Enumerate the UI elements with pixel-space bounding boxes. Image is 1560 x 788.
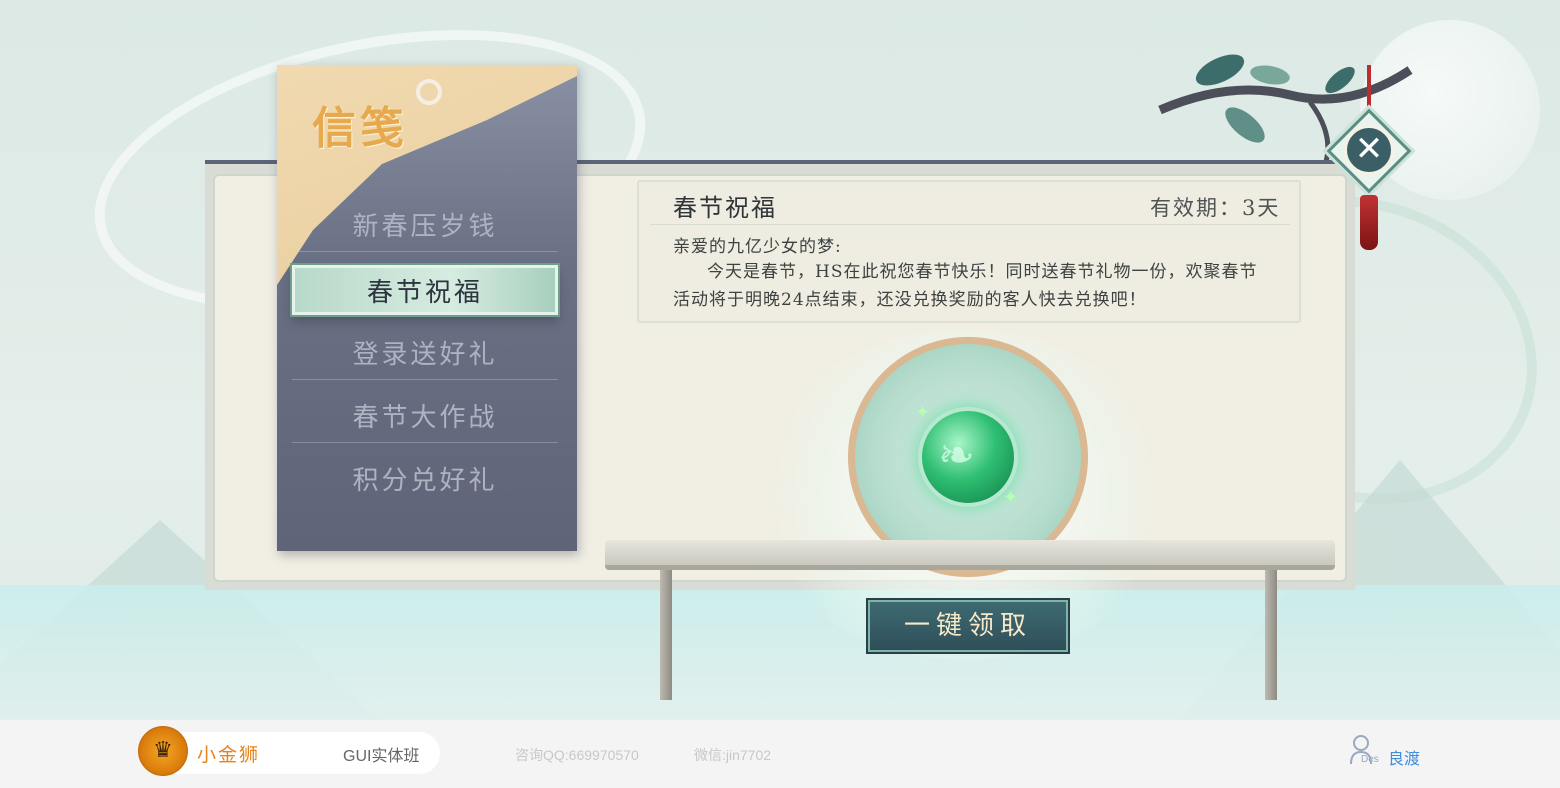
claim-all-button[interactable]: 一键领取 <box>866 598 1070 654</box>
sidebar-item-new-year-money[interactable]: 新春压岁钱 <box>292 202 558 252</box>
display-table <box>605 540 1335 570</box>
message-validity: 有效期：3天 <box>1150 196 1281 220</box>
dragon-icon: ❧ <box>938 430 975 481</box>
sparkle-icon: ✦ <box>915 402 931 423</box>
sidebar-item-spring-battle[interactable]: 春节大作战 <box>292 393 558 443</box>
message-body: 今天是春节，HS在此祝您春节快乐！同时送春节礼物一份，欢聚春节活动将于明晚24点… <box>673 262 1258 310</box>
footer-bar: ♛ 小金狮 GUI实体班 咨询QQ:669970570 微信:jin7702 D… <box>0 720 1560 788</box>
lion-logo-icon: ♛ <box>138 726 188 776</box>
table-leg <box>1265 570 1277 700</box>
message-greeting: 亲爱的九亿少女的梦: <box>673 237 842 257</box>
message-divider <box>650 224 1290 225</box>
contact-wechat: 微信:jin7702 <box>694 747 772 763</box>
sidebar-item-points-exchange[interactable]: 积分兑好礼 <box>292 456 558 506</box>
pin-icon <box>416 79 442 105</box>
course-name: GUI实体班 <box>343 748 420 765</box>
close-icon[interactable]: ✕ <box>1344 125 1394 175</box>
sidebar-item-label: 新春压岁钱 <box>352 212 498 242</box>
sidebar-item-login-gift[interactable]: 登录送好礼 <box>292 330 558 380</box>
brand-name: 小金狮 <box>197 745 261 766</box>
sidebar-item-spring-blessing[interactable]: 春节祝福 <box>290 263 560 317</box>
user-name[interactable]: 良渡 <box>1388 745 1420 769</box>
user-badge: Des <box>1361 754 1379 765</box>
message-title: 春节祝福 <box>673 194 777 222</box>
table-leg <box>660 570 672 700</box>
sparkle-icon: ✦ <box>1003 487 1019 508</box>
sidebar-item-label: 积分兑好礼 <box>352 466 498 496</box>
water-decoration <box>0 585 1560 720</box>
sidebar-item-label: 登录送好礼 <box>352 340 498 370</box>
contact-qq: 咨询QQ:669970570 <box>515 747 639 763</box>
window-title: 信笺 <box>312 103 408 154</box>
sidebar-item-label: 春节大作战 <box>352 403 498 433</box>
sidebar-item-label: 春节祝福 <box>366 278 483 308</box>
tassel-decoration <box>1360 195 1378 250</box>
